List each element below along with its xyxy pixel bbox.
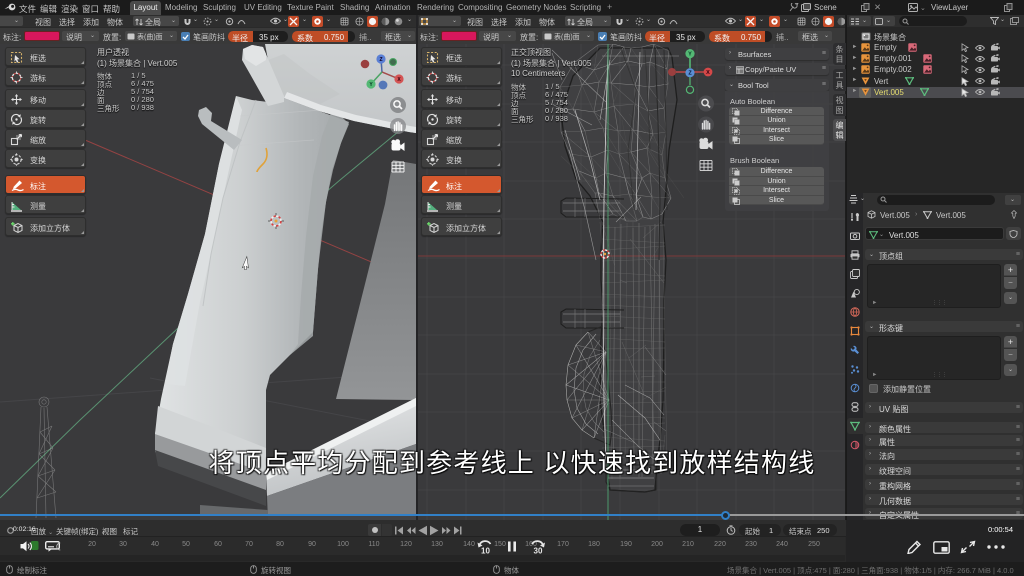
svg-text:Y: Y (688, 52, 692, 58)
svg-text:10: 10 (481, 547, 490, 556)
svg-text:X: X (706, 70, 710, 76)
svg-text:Z: Z (379, 57, 382, 63)
svg-text:30: 30 (534, 547, 543, 556)
